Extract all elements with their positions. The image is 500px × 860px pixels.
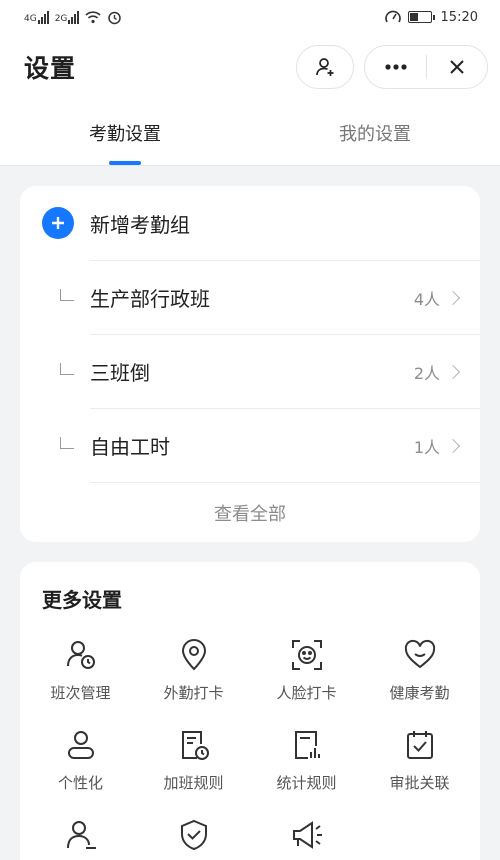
view-all-label: 查看全部 xyxy=(214,503,286,525)
health-attendance-button[interactable]: 健康考勤 xyxy=(363,622,476,712)
approval-link-button[interactable]: 审批关联 xyxy=(363,712,476,802)
plus-circle-icon xyxy=(42,207,74,239)
add-member-button[interactable] xyxy=(296,45,354,89)
status-bar: 4G 2G 15:20 xyxy=(0,0,500,34)
add-attendance-group-button[interactable]: 新增考勤组 xyxy=(20,186,480,260)
view-all-button[interactable]: 查看全部 xyxy=(90,482,480,542)
tab-label: 考勤设置 xyxy=(89,123,161,145)
user-settings-button[interactable] xyxy=(24,802,137,860)
active-tab-indicator xyxy=(109,161,141,165)
grid-label: 审批关联 xyxy=(389,774,450,792)
tab-attendance-settings[interactable]: 考勤设置 xyxy=(0,100,250,165)
security-button[interactable] xyxy=(137,802,250,860)
grid-label: 加班规则 xyxy=(163,774,224,792)
overtime-rules-button[interactable]: 加班规则 xyxy=(137,712,250,802)
chevron-right-icon xyxy=(445,364,461,379)
more-dots-icon xyxy=(384,64,407,70)
grid-label: 个性化 xyxy=(57,774,103,792)
announcement-button[interactable] xyxy=(250,802,363,860)
battery-icon xyxy=(407,11,435,23)
group-name: 自由工时 xyxy=(90,435,170,459)
chevron-right-icon xyxy=(445,290,461,305)
user-settings-icon xyxy=(66,821,96,849)
location-pin-icon xyxy=(181,639,206,671)
chevron-right-icon xyxy=(445,438,461,453)
grid-label: 健康考勤 xyxy=(389,684,450,702)
user-icon xyxy=(67,731,94,759)
heart-icon xyxy=(404,639,435,669)
calendar-check-icon xyxy=(406,731,433,759)
network-type-1: 4G xyxy=(24,13,37,24)
settings-grid: 班次管理 外勤打卡 人脸打卡 健康考勤 个性化 加班规则 统计规则 审批关联 xyxy=(20,622,480,860)
tree-branch-icon xyxy=(60,363,74,375)
shift-icon xyxy=(66,641,95,669)
grid-label: 人脸打卡 xyxy=(276,684,337,702)
capsule-menu xyxy=(364,45,488,89)
more-button[interactable] xyxy=(366,46,426,88)
group-member-count: 1人 xyxy=(413,437,440,457)
tab-my-settings[interactable]: 我的设置 xyxy=(250,100,500,165)
tab-bar: 考勤设置 我的设置 xyxy=(0,100,500,166)
more-settings-card: 更多设置 班次管理 外勤打卡 人脸打卡 健康考勤 个性化 加班规则 统计规则 审… xyxy=(20,562,480,860)
group-name: 生产部行政班 xyxy=(90,287,210,311)
overtime-doc-icon xyxy=(181,731,209,760)
network-type-2: 2G xyxy=(54,13,68,24)
group-name: 三班倒 xyxy=(90,361,150,385)
status-left: 4G 2G xyxy=(24,10,122,25)
section-title: 更多设置 xyxy=(42,588,122,612)
attendance-group-row[interactable]: 生产部行政班 4人 xyxy=(60,260,480,334)
grid-label: 统计规则 xyxy=(276,774,337,792)
status-right: 15:20 xyxy=(384,9,478,25)
group-member-count: 4人 xyxy=(413,289,440,309)
signal-icon-1: 4G xyxy=(24,10,49,24)
group-member-count: 2人 xyxy=(413,363,440,383)
shield-check-icon xyxy=(180,819,207,851)
wifi-icon xyxy=(85,11,101,24)
close-icon xyxy=(449,60,464,74)
alarm-icon xyxy=(108,11,122,24)
tab-label: 我的设置 xyxy=(339,123,411,145)
page-title: 设置 xyxy=(24,54,77,83)
add-user-icon xyxy=(316,58,334,76)
data-saver-icon xyxy=(384,10,401,23)
grid-label: 外勤打卡 xyxy=(163,684,224,702)
face-checkin-button[interactable]: 人脸打卡 xyxy=(250,622,363,712)
signal-icon-2: 2G xyxy=(54,10,80,24)
face-scan-icon xyxy=(291,640,322,670)
attendance-groups-card: 新增考勤组 生产部行政班 4人 三班倒 2人 自由工时 1人 查看全部 xyxy=(20,186,480,542)
megaphone-icon xyxy=(292,821,322,849)
attendance-group-row[interactable]: 自由工时 1人 xyxy=(60,408,480,482)
tree-branch-icon xyxy=(60,289,74,301)
field-checkin-button[interactable]: 外勤打卡 xyxy=(137,622,250,712)
shift-management-button[interactable]: 班次管理 xyxy=(24,622,137,712)
header: 设置 xyxy=(0,34,500,100)
attendance-group-row[interactable]: 三班倒 2人 xyxy=(60,334,480,408)
add-group-label: 新增考勤组 xyxy=(90,212,190,237)
tree-branch-icon xyxy=(60,437,74,449)
grid-label: 班次管理 xyxy=(50,684,111,702)
close-button[interactable] xyxy=(427,46,487,88)
clock: 15:20 xyxy=(440,9,478,25)
header-actions xyxy=(296,45,488,89)
personalization-button[interactable]: 个性化 xyxy=(24,712,137,802)
stats-doc-icon xyxy=(294,731,320,759)
statistics-rules-button[interactable]: 统计规则 xyxy=(250,712,363,802)
